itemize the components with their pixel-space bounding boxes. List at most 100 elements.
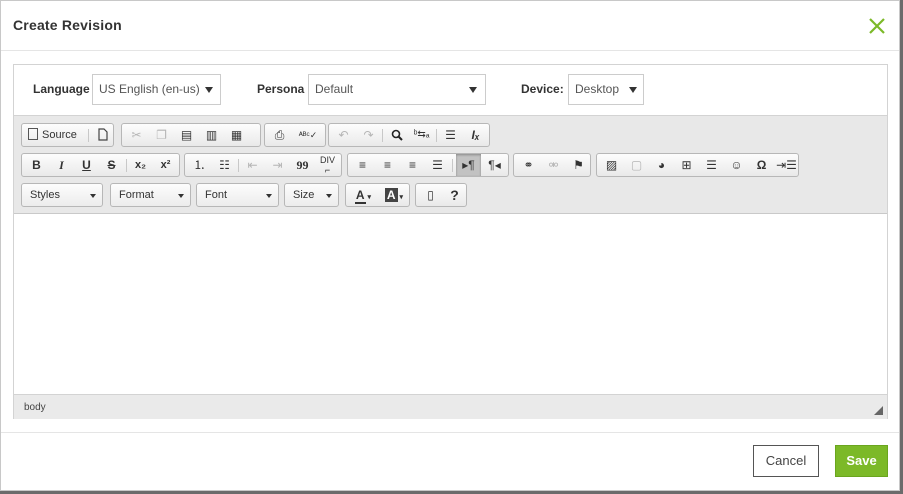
smiley-button[interactable]: ☺ bbox=[724, 154, 749, 176]
blockquote-button[interactable]: 99 bbox=[290, 154, 315, 176]
rich-text-editor: Source ✂ ❐ ▤ ▥ ▦ ⎙ ᴬᴮᶜ✓ ↶ ↷ ᵇ⇆ₐ ☰ Iₓ B I… bbox=[14, 115, 887, 419]
special-char-button[interactable]: Ω bbox=[749, 154, 774, 176]
persona-select[interactable]: Default bbox=[308, 74, 486, 105]
format-combo[interactable]: Format bbox=[110, 183, 191, 207]
horizontal-line-icon: ☰ bbox=[706, 158, 717, 172]
compass-icon: ◕ bbox=[657, 158, 666, 172]
language-label: Language bbox=[33, 82, 90, 96]
italic-button[interactable]: I bbox=[49, 154, 74, 176]
select-all-icon: ☰ bbox=[445, 128, 456, 142]
undo-icon: ↶ bbox=[338, 128, 349, 142]
replace-button[interactable]: ᵇ⇆ₐ bbox=[409, 124, 434, 146]
subscript-button[interactable]: x₂ bbox=[128, 154, 153, 176]
copy-icon: ❐ bbox=[156, 128, 167, 142]
cancel-button[interactable]: Cancel bbox=[753, 445, 819, 477]
align-left-button[interactable]: ≡ bbox=[350, 154, 375, 176]
underline-button[interactable]: U bbox=[74, 154, 99, 176]
cut-button[interactable]: ✂ bbox=[124, 124, 149, 146]
smiley-icon: ☺ bbox=[730, 158, 743, 172]
size-combo[interactable]: Size bbox=[284, 183, 339, 207]
spellcheck-icon: ᴬᴮᶜ✓ bbox=[298, 130, 318, 140]
clipboard-icon: ▤ bbox=[180, 128, 193, 142]
show-blocks-button[interactable]: ▯ bbox=[418, 184, 443, 206]
image-icon: ▨ bbox=[605, 158, 618, 172]
paste-button[interactable]: ▤ bbox=[174, 124, 199, 146]
save-button[interactable]: Save bbox=[835, 445, 888, 477]
image-button[interactable]: ▨ bbox=[599, 154, 624, 176]
link-button[interactable]: ⚭ bbox=[516, 154, 541, 176]
strike-button[interactable]: S bbox=[99, 154, 124, 176]
numbered-list-icon: ⒈ bbox=[193, 158, 206, 172]
remove-format-icon: Iₓ bbox=[471, 128, 480, 142]
justify-icon: ☰ bbox=[432, 158, 443, 172]
text-color-button[interactable]: A ▾ bbox=[348, 184, 378, 206]
outdent-icon: ⇤ bbox=[247, 158, 258, 172]
table-button[interactable]: ⊞ bbox=[674, 154, 699, 176]
close-icon[interactable] bbox=[867, 16, 887, 36]
device-label: Device: bbox=[521, 82, 564, 96]
dialog-header: Create Revision bbox=[1, 1, 899, 51]
help-button[interactable]: ? bbox=[442, 184, 467, 206]
dialog-title: Create Revision bbox=[13, 17, 122, 33]
clipboard-text-icon: ▥ bbox=[205, 128, 218, 142]
clipboard-group: ✂ ❐ ▤ ▥ ▦ bbox=[121, 123, 261, 147]
iframe-button[interactable]: ◕ bbox=[649, 154, 674, 176]
print-group: ⎙ ᴬᴮᶜ✓ bbox=[264, 123, 326, 147]
tools-group: ▯ ? bbox=[415, 183, 467, 207]
outdent-button[interactable]: ⇤ bbox=[240, 154, 265, 176]
edit-group: ↶ ↷ ᵇ⇆ₐ ☰ Iₓ bbox=[328, 123, 490, 147]
create-revision-dialog: Create Revision Language US English (en-… bbox=[0, 0, 900, 491]
element-path[interactable]: body bbox=[24, 402, 46, 413]
unlink-button[interactable]: ⚮ bbox=[541, 154, 566, 176]
font-combo[interactable]: Font bbox=[196, 183, 279, 207]
unlink-icon: ⚮ bbox=[548, 158, 559, 172]
flash-button[interactable]: ▢ bbox=[624, 154, 649, 176]
align-center-icon: ≡ bbox=[383, 158, 391, 172]
bg-color-button[interactable]: A ▾ bbox=[379, 184, 409, 206]
rtl-button[interactable]: ¶◂ bbox=[482, 154, 507, 176]
font-label: Font bbox=[205, 189, 228, 201]
scissors-icon: ✂ bbox=[131, 128, 142, 142]
align-right-button[interactable]: ≡ bbox=[400, 154, 425, 176]
print-button[interactable]: ⎙ bbox=[267, 124, 292, 146]
language-select[interactable]: US English (en-us) bbox=[92, 74, 221, 105]
styles-combo[interactable]: Styles bbox=[21, 183, 103, 207]
paste-text-button[interactable]: ▥ bbox=[199, 124, 224, 146]
anchor-button[interactable]: ⚑ bbox=[566, 154, 591, 176]
align-group: ≡ ≡ ≡ ☰ ▸¶ ¶◂ bbox=[347, 153, 509, 177]
bold-button[interactable]: B bbox=[24, 154, 49, 176]
find-button[interactable] bbox=[384, 124, 409, 146]
new-page-icon bbox=[97, 128, 108, 141]
device-select[interactable]: Desktop bbox=[568, 74, 644, 105]
align-center-button[interactable]: ≡ bbox=[375, 154, 400, 176]
source-label: Source bbox=[42, 129, 77, 141]
new-page-button[interactable] bbox=[90, 124, 115, 146]
create-div-button[interactable]: DIV ⌐ bbox=[315, 154, 340, 176]
insert-group: ▨ ▢ ◕ ⊞ ☰ ☺ Ω ⇥☰ bbox=[596, 153, 799, 177]
select-all-button[interactable]: ☰ bbox=[438, 124, 463, 146]
ltr-button[interactable]: ▸¶ bbox=[456, 154, 481, 176]
justify-button[interactable]: ☰ bbox=[425, 154, 450, 176]
numbered-list-button[interactable]: ⒈ bbox=[187, 154, 212, 176]
horizontal-line-button[interactable]: ☰ bbox=[699, 154, 724, 176]
footer-divider bbox=[1, 432, 899, 433]
resize-handle-icon[interactable] bbox=[874, 406, 883, 415]
redo-button[interactable]: ↷ bbox=[356, 124, 381, 146]
superscript-button[interactable]: x² bbox=[153, 154, 178, 176]
page-break-button[interactable]: ⇥☰ bbox=[774, 154, 799, 176]
clipboard-word-icon: ▦ bbox=[230, 128, 243, 142]
editor-content[interactable] bbox=[14, 214, 887, 394]
source-button[interactable]: Source bbox=[24, 124, 86, 146]
paste-word-button[interactable]: ▦ bbox=[224, 124, 249, 146]
editor-statusbar: body bbox=[14, 394, 887, 419]
links-group: ⚭ ⚮ ⚑ bbox=[513, 153, 591, 177]
table-icon: ⊞ bbox=[681, 158, 692, 172]
spellcheck-button[interactable]: ᴬᴮᶜ✓ bbox=[292, 124, 324, 146]
bulleted-list-button[interactable]: ☷ bbox=[212, 154, 237, 176]
text-color-label: A bbox=[354, 188, 366, 204]
format-label: Format bbox=[119, 189, 154, 201]
remove-format-button[interactable]: Iₓ bbox=[463, 124, 488, 146]
undo-button[interactable]: ↶ bbox=[331, 124, 356, 146]
indent-button[interactable]: ⇥ bbox=[265, 154, 290, 176]
copy-button[interactable]: ❐ bbox=[149, 124, 174, 146]
